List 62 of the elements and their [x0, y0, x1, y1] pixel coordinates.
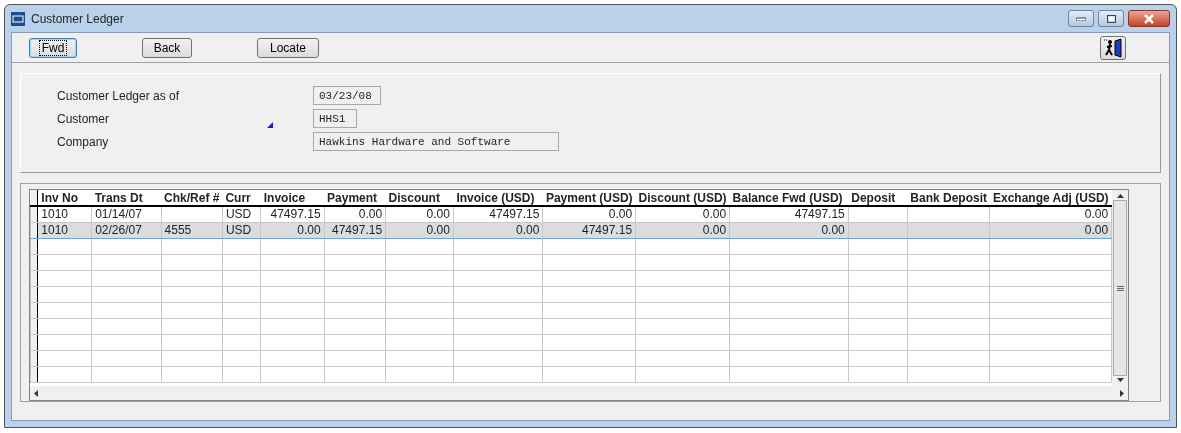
- exit-button[interactable]: [1100, 35, 1126, 60]
- column-header[interactable]: Balance Fwd (USD): [729, 190, 849, 206]
- close-button[interactable]: [1128, 10, 1170, 27]
- table-cell: 0.00: [1084, 207, 1109, 221]
- table-cell: USD: [225, 223, 252, 237]
- table-cell: 0.00: [702, 223, 727, 237]
- table-cell: 4555: [164, 223, 192, 237]
- column-header[interactable]: Discount: [385, 190, 454, 206]
- table-cell: 0.00: [608, 207, 633, 221]
- column-header[interactable]: Exchange Adj (USD): [990, 190, 1112, 206]
- horizontal-scrollbar[interactable]: [30, 386, 1128, 400]
- column-header[interactable]: Bank Deposit: [907, 190, 990, 206]
- toolbar-button[interactable]: Locate: [257, 37, 319, 58]
- column-header[interactable]: Invoice: [260, 190, 325, 206]
- vertical-scrollbar[interactable]: [1112, 190, 1128, 386]
- table-cell: 47497.15: [270, 207, 321, 221]
- column-header[interactable]: Trans Dt: [91, 190, 162, 206]
- table-cell: USD: [225, 207, 252, 221]
- column-header[interactable]: Deposit: [848, 190, 908, 206]
- app-icon: [11, 11, 25, 26]
- scroll-left-icon[interactable]: [34, 389, 38, 397]
- scroll-down-icon[interactable]: [1116, 378, 1124, 382]
- field-label: Customer Ledger as of: [57, 87, 181, 105]
- column-header[interactable]: Chk/Ref #: [161, 190, 223, 206]
- table-cell: 0.00: [426, 223, 450, 237]
- table-cell: 47497.15: [582, 223, 633, 237]
- column-header[interactable]: Discount (USD): [635, 190, 730, 206]
- column-header[interactable]: Payment: [324, 190, 386, 206]
- maximize-icon: [1106, 14, 1116, 23]
- toolbar-button[interactable]: Fwd: [29, 37, 77, 58]
- running-man-door-icon: [1103, 37, 1123, 58]
- field-label: Customer: [57, 110, 110, 128]
- table-cell: 02/26/07: [95, 223, 142, 237]
- table-cell: 47497.15: [332, 223, 383, 237]
- scroll-right-icon[interactable]: [1120, 389, 1124, 397]
- window-title: Customer Ledger: [31, 10, 124, 28]
- table-cell: 47497.15: [489, 207, 540, 221]
- table-cell: 0.00: [426, 207, 450, 221]
- table-cell: 1010: [41, 223, 68, 237]
- table-cell: 1010: [41, 207, 68, 221]
- table-cell: 0.00: [1084, 223, 1109, 237]
- table-cell: 47497.15: [794, 207, 845, 221]
- input-field[interactable]: Hawkins Hardware and Software: [313, 132, 559, 151]
- table-cell: 0.00: [516, 223, 540, 237]
- column-header[interactable]: Curr: [222, 190, 261, 206]
- input-field[interactable]: HHS1: [313, 109, 357, 128]
- toolbar-button[interactable]: Back: [142, 37, 192, 58]
- column-header[interactable]: Inv No: [37, 190, 92, 206]
- field-label: Company: [57, 133, 110, 151]
- grip-icon: [1116, 285, 1124, 291]
- table-cell: 0.00: [358, 207, 383, 221]
- column-header[interactable]: Payment (USD): [542, 190, 636, 206]
- table-cell: 0.00: [702, 207, 727, 221]
- table-cell: 01/14/07: [95, 207, 142, 221]
- column-header[interactable]: Invoice (USD): [453, 190, 543, 206]
- input-field[interactable]: 03/23/08: [313, 86, 381, 105]
- close-icon: [1143, 13, 1155, 24]
- table-cell: 0.00: [821, 223, 845, 237]
- minimize-icon: [1076, 16, 1086, 21]
- maximize-button[interactable]: [1098, 10, 1124, 27]
- scroll-up-icon[interactable]: [1116, 194, 1124, 198]
- table-cell: 0.00: [297, 223, 321, 237]
